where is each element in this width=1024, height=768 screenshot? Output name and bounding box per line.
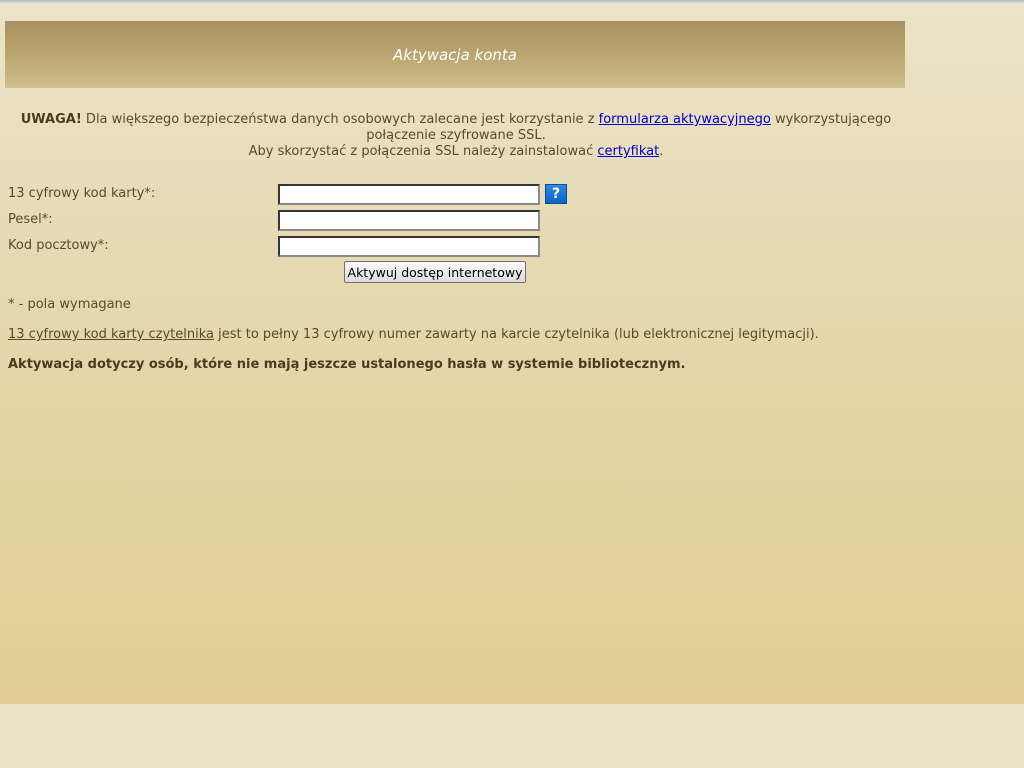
card-code-description: jest to pełny 13 cyfrowy numer zawarty n… <box>214 327 819 342</box>
browser-viewport: Aktywacja konta UWAGA! Dla większego bez… <box>0 0 1024 768</box>
help-button[interactable]: ? <box>545 184 567 204</box>
ssl-instruction-end: . <box>659 144 664 159</box>
postal-code-label: Kod pocztowy*: <box>8 238 109 253</box>
activation-scope-note: Aktywacja dotyczy osób, które nie mają j… <box>8 357 686 372</box>
ssl-instruction-text: Aby skorzystać z połączenia SSL należy z… <box>248 144 598 159</box>
ssl-notice: UWAGA! Dla większego bezpieczeństwa dany… <box>8 112 904 160</box>
page-title: Aktywacja konta <box>393 45 517 64</box>
page-footer-area <box>0 704 1024 768</box>
required-fields-note: * - pola wymagane <box>8 297 131 312</box>
pesel-input[interactable] <box>278 210 540 231</box>
activation-form-link[interactable]: formularza aktywacyjnego <box>599 112 771 127</box>
warning-label: UWAGA! <box>20 112 82 127</box>
question-mark-icon: ? <box>551 186 561 202</box>
page-content <box>0 4 1024 704</box>
card-code-label: 13 cyfrowy kod karty*: <box>8 186 156 201</box>
page-header: Aktywacja konta <box>5 21 905 88</box>
notice-text: Dla większego bezpieczeństwa danych osob… <box>81 112 599 127</box>
postal-code-input[interactable] <box>278 236 540 257</box>
card-code-info: 13 cyfrowy kod karty czytelnika jest to … <box>8 327 819 342</box>
card-code-input[interactable] <box>278 184 540 205</box>
pesel-label: Pesel*: <box>8 212 53 227</box>
card-code-info-link[interactable]: 13 cyfrowy kod karty czytelnika <box>8 327 214 342</box>
activate-access-button[interactable]: Aktywuj dostęp internetowy <box>344 261 526 283</box>
certificate-link[interactable]: certyfikat <box>597 144 659 159</box>
